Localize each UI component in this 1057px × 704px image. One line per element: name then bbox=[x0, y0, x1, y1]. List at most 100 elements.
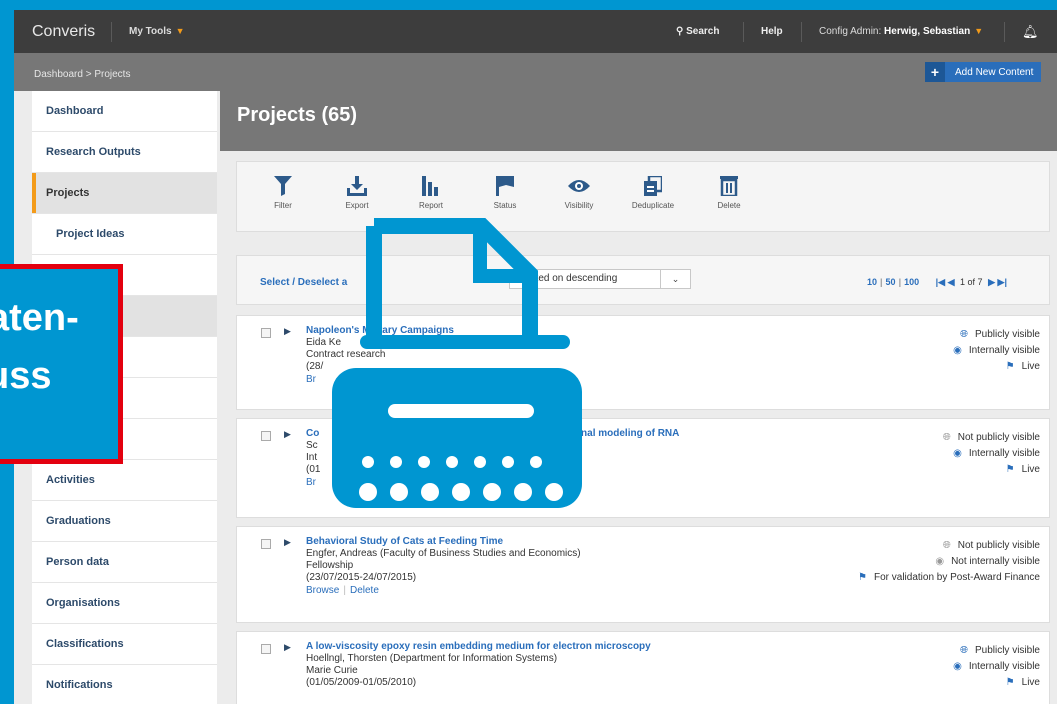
browse-link[interactable]: Browse bbox=[306, 585, 339, 596]
caret-down-icon: ▼ bbox=[175, 26, 185, 36]
promo-line-2: uss bbox=[0, 355, 52, 397]
next-page-icon[interactable]: ▶ bbox=[988, 277, 995, 287]
item-persons: Hoellngl, Thorsten (Department for Infor… bbox=[306, 653, 558, 664]
page-info: 1 of 7 bbox=[960, 277, 983, 287]
page-header: Projects (65) bbox=[220, 91, 1057, 151]
delete-button[interactable]: Delete bbox=[701, 176, 757, 211]
divider bbox=[743, 22, 744, 42]
item-persons: Engfer, Andreas (Faculty of Business Stu… bbox=[306, 548, 581, 559]
flag-icon: ⚑ bbox=[858, 572, 867, 583]
row-checkbox[interactable] bbox=[261, 431, 271, 441]
help-link[interactable]: Help bbox=[761, 26, 783, 37]
visibility-status: 🌐︎ Not publicly visible bbox=[942, 540, 1040, 551]
page-size-100[interactable]: 100 bbox=[904, 277, 919, 287]
item-title-link[interactable]: A low-viscosity epoxy resin embedding me… bbox=[306, 641, 806, 653]
first-page-icon[interactable]: |◀ bbox=[936, 277, 945, 287]
expand-triangle-icon[interactable]: ▶ bbox=[284, 642, 291, 653]
breadcrumb[interactable]: Dashboard > Projects bbox=[34, 69, 130, 80]
item-status: 🌐︎ Not publicly visible ◉ Not internally v… bbox=[820, 538, 1040, 586]
export-button[interactable]: Export bbox=[329, 176, 385, 211]
export-label: Export bbox=[345, 201, 369, 210]
expand-triangle-icon[interactable]: ▶ bbox=[284, 429, 291, 440]
delete-label: Delete bbox=[717, 201, 741, 210]
status-button[interactable]: Status bbox=[477, 176, 533, 211]
item-status: 🌐︎ Publicly visible ◉ Internally visible ⚑… bbox=[820, 327, 1040, 375]
search-label: Search bbox=[686, 26, 720, 37]
internal-status: ◉ Internally visible bbox=[953, 661, 1040, 672]
deduplicate-icon bbox=[644, 176, 662, 196]
brand-logo[interactable]: Converis bbox=[32, 23, 95, 41]
workflow-status: ⚑ Live bbox=[1005, 464, 1040, 475]
item-dates: (23/07/2015-24/07/2015) bbox=[306, 572, 417, 583]
export-icon bbox=[347, 176, 367, 196]
report-icon bbox=[422, 176, 438, 196]
sidebar-item-organisations[interactable]: Organisations bbox=[32, 583, 217, 624]
page-title: Projects (65) bbox=[237, 104, 358, 126]
flag-icon: ⚑ bbox=[1005, 464, 1015, 475]
sidebar-item-person-data[interactable]: Person data bbox=[32, 542, 217, 583]
sidebar-item-graduations[interactable]: Graduations bbox=[32, 501, 217, 542]
item-title-link[interactable]: Behavioral Study of Cats at Feeding Time bbox=[306, 536, 806, 548]
chevron-down-icon: ⌄ bbox=[660, 270, 690, 288]
eye-icon: ◉ bbox=[935, 556, 945, 567]
eye-icon: ◉ bbox=[953, 345, 962, 356]
sidebar-item-activities[interactable]: Activities bbox=[32, 460, 217, 501]
item-info: Behavioral Study of Cats at Feeding Time… bbox=[306, 536, 806, 597]
visibility-status: 🌐︎ Not publicly visible bbox=[942, 432, 1040, 443]
my-tools-menu[interactable]: My Tools ▼ bbox=[129, 26, 185, 37]
user-menu[interactable]: Config Admin: Herwig, Sebastian ▼ bbox=[819, 26, 983, 37]
deduplicate-label: Deduplicate bbox=[631, 201, 675, 210]
flag-icon bbox=[496, 176, 514, 196]
filter-label: Filter bbox=[274, 201, 292, 210]
sidebar-item-classifications[interactable]: Classifications bbox=[32, 624, 217, 665]
item-type: Marie Curie bbox=[306, 665, 358, 676]
page-size-10[interactable]: 10 bbox=[867, 277, 877, 287]
flag-icon: ⚑ bbox=[1005, 361, 1015, 372]
row-checkbox[interactable] bbox=[261, 644, 271, 654]
sidebar-item-dashboard[interactable]: Dashboard bbox=[32, 91, 217, 132]
item-info: A low-viscosity epoxy resin embedding me… bbox=[306, 641, 806, 689]
user-role: Config Admin: bbox=[819, 26, 885, 37]
visibility-button[interactable]: Visibility bbox=[551, 176, 607, 211]
bell-icon[interactable]: 🔔︎ bbox=[1022, 24, 1039, 40]
my-tools-label: My Tools bbox=[129, 26, 172, 37]
sidebar-item-research-outputs[interactable]: Research Outputs bbox=[32, 132, 217, 173]
pagination: 10 | 50 | 100 |◀ ◀ 1 of 7 ▶ ▶| bbox=[867, 277, 1007, 287]
sidebar-item-notifications[interactable]: Notifications bbox=[32, 665, 217, 704]
sidebar-item-projects[interactable]: Projects bbox=[32, 173, 217, 214]
globe-icon: 🌐︎ bbox=[942, 540, 951, 551]
filter-button[interactable]: Filter bbox=[255, 176, 311, 211]
top-navigation-bar: Converis My Tools ▼ ⚲ Search Help Config … bbox=[14, 10, 1057, 53]
item-status: 🌐︎ Not publicly visible ◉ Internally visib… bbox=[820, 430, 1040, 478]
row-checkbox[interactable] bbox=[261, 539, 271, 549]
browse-link[interactable]: Br bbox=[306, 477, 316, 488]
globe-icon: 🌐︎ bbox=[942, 432, 951, 443]
caret-down-icon: ▼ bbox=[974, 26, 984, 36]
last-page-icon[interactable]: ▶| bbox=[998, 277, 1007, 287]
deduplicate-button[interactable]: Deduplicate bbox=[625, 176, 681, 211]
workflow-status: ⚑ For validation by Post-Award Finance bbox=[858, 572, 1040, 583]
workflow-status: ⚑ Live bbox=[1005, 677, 1040, 688]
user-name: Herwig, Sebastian bbox=[884, 26, 971, 37]
report-button[interactable]: Report bbox=[403, 176, 459, 211]
browse-link[interactable]: Br bbox=[306, 374, 316, 385]
divider bbox=[801, 22, 802, 42]
page-size-50[interactable]: 50 bbox=[886, 277, 896, 287]
prev-page-icon[interactable]: ◀ bbox=[948, 277, 955, 287]
flag-icon: ⚑ bbox=[1005, 677, 1015, 688]
report-label: Report bbox=[418, 201, 443, 210]
add-new-content-label: Add New Content bbox=[955, 66, 1034, 78]
add-new-content-button[interactable]: + Add New Content bbox=[925, 62, 1042, 82]
delete-link[interactable]: Delete bbox=[350, 585, 379, 596]
expand-triangle-icon[interactable]: ▶ bbox=[284, 326, 291, 337]
expand-triangle-icon[interactable]: ▶ bbox=[284, 537, 291, 548]
workflow-status: ⚑ Live bbox=[1005, 361, 1040, 372]
visibility-status: 🌐︎ Publicly visible bbox=[959, 329, 1040, 340]
search-button[interactable]: ⚲ Search bbox=[676, 26, 719, 37]
sidebar-item-project-ideas[interactable]: Project Ideas bbox=[32, 214, 217, 255]
eye-icon: ◉ bbox=[953, 661, 962, 672]
status-label: Status bbox=[493, 201, 517, 210]
trash-icon bbox=[720, 176, 738, 196]
visibility-status: 🌐︎ Publicly visible bbox=[959, 645, 1040, 656]
row-checkbox[interactable] bbox=[261, 328, 271, 338]
